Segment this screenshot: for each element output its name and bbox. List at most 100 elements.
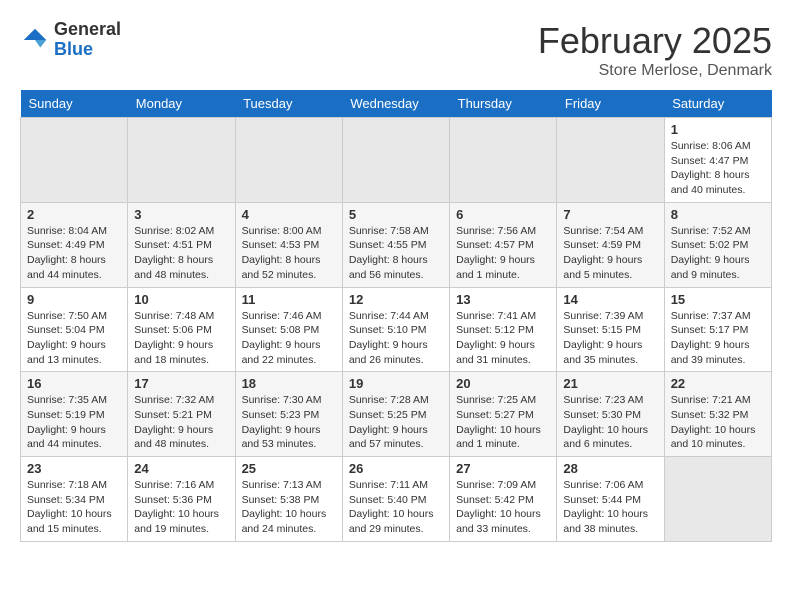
day-number: 8 xyxy=(671,207,765,222)
day-number: 3 xyxy=(134,207,228,222)
logo-blue-text: Blue xyxy=(54,40,121,60)
day-info: Sunrise: 8:04 AM Sunset: 4:49 PM Dayligh… xyxy=(27,224,121,283)
day-number: 1 xyxy=(671,122,765,137)
day-number: 7 xyxy=(563,207,657,222)
calendar-cell: 13 Sunrise: 7:41 AM Sunset: 5:12 PM Dayli… xyxy=(450,287,557,372)
calendar-header-sunday: Sunday xyxy=(21,90,128,118)
calendar-cell: 12 Sunrise: 7:44 AM Sunset: 5:10 PM Dayli… xyxy=(342,287,449,372)
day-number: 19 xyxy=(349,376,443,391)
day-number: 4 xyxy=(242,207,336,222)
day-number: 27 xyxy=(456,461,550,476)
calendar-cell: 5 Sunrise: 7:58 AM Sunset: 4:55 PM Daylig… xyxy=(342,202,449,287)
calendar-cell: 19 Sunrise: 7:28 AM Sunset: 5:25 PM Dayli… xyxy=(342,372,449,457)
day-number: 15 xyxy=(671,292,765,307)
day-info: Sunrise: 7:18 AM Sunset: 5:34 PM Dayligh… xyxy=(27,478,121,537)
logo: General Blue xyxy=(20,20,121,60)
calendar-cell: 15 Sunrise: 7:37 AM Sunset: 5:17 PM Dayli… xyxy=(664,287,771,372)
day-info: Sunrise: 7:41 AM Sunset: 5:12 PM Dayligh… xyxy=(456,309,550,368)
day-info: Sunrise: 7:54 AM Sunset: 4:59 PM Dayligh… xyxy=(563,224,657,283)
day-number: 11 xyxy=(242,292,336,307)
calendar-week-2: 2 Sunrise: 8:04 AM Sunset: 4:49 PM Daylig… xyxy=(21,202,772,287)
calendar-cell: 21Sunrise: 7:23 AM Sunset: 5:30 PM Dayli… xyxy=(557,372,664,457)
calendar-cell xyxy=(450,118,557,203)
logo-icon xyxy=(20,25,50,55)
calendar-cell: 9 Sunrise: 7:50 AM Sunset: 5:04 PM Daylig… xyxy=(21,287,128,372)
day-info: Sunrise: 7:35 AM Sunset: 5:19 PM Dayligh… xyxy=(27,393,121,452)
day-info: Sunrise: 7:39 AM Sunset: 5:15 PM Dayligh… xyxy=(563,309,657,368)
day-info: Sunrise: 7:58 AM Sunset: 4:55 PM Dayligh… xyxy=(349,224,443,283)
calendar-cell: 26 Sunrise: 7:11 AM Sunset: 5:40 PM Dayli… xyxy=(342,457,449,542)
calendar-cell: 8Sunrise: 7:52 AM Sunset: 5:02 PM Daylig… xyxy=(664,202,771,287)
day-info: Sunrise: 7:44 AM Sunset: 5:10 PM Dayligh… xyxy=(349,309,443,368)
calendar-cell: 2 Sunrise: 8:04 AM Sunset: 4:49 PM Daylig… xyxy=(21,202,128,287)
calendar-cell: 25Sunrise: 7:13 AM Sunset: 5:38 PM Dayli… xyxy=(235,457,342,542)
day-info: Sunrise: 7:11 AM Sunset: 5:40 PM Dayligh… xyxy=(349,478,443,537)
day-number: 18 xyxy=(242,376,336,391)
calendar-cell xyxy=(128,118,235,203)
calendar-cell xyxy=(235,118,342,203)
day-number: 26 xyxy=(349,461,443,476)
calendar-cell xyxy=(664,457,771,542)
location: Store Merlose, Denmark xyxy=(538,62,772,80)
day-number: 2 xyxy=(27,207,121,222)
calendar-cell: 23 Sunrise: 7:18 AM Sunset: 5:34 PM Dayli… xyxy=(21,457,128,542)
day-info: Sunrise: 7:46 AM Sunset: 5:08 PM Dayligh… xyxy=(242,309,336,368)
day-info: Sunrise: 7:28 AM Sunset: 5:25 PM Dayligh… xyxy=(349,393,443,452)
calendar-cell: 16 Sunrise: 7:35 AM Sunset: 5:19 PM Dayli… xyxy=(21,372,128,457)
day-info: Sunrise: 8:02 AM Sunset: 4:51 PM Dayligh… xyxy=(134,224,228,283)
day-number: 23 xyxy=(27,461,121,476)
calendar-cell: 28 Sunrise: 7:06 AM Sunset: 5:44 PM Dayli… xyxy=(557,457,664,542)
day-number: 13 xyxy=(456,292,550,307)
day-info: Sunrise: 7:21 AM Sunset: 5:32 PM Dayligh… xyxy=(671,393,765,452)
calendar-week-4: 16 Sunrise: 7:35 AM Sunset: 5:19 PM Dayli… xyxy=(21,372,772,457)
calendar-cell xyxy=(342,118,449,203)
calendar-week-5: 23 Sunrise: 7:18 AM Sunset: 5:34 PM Dayli… xyxy=(21,457,772,542)
calendar-header-friday: Friday xyxy=(557,90,664,118)
day-info: Sunrise: 7:48 AM Sunset: 5:06 PM Dayligh… xyxy=(134,309,228,368)
month-title: February 2025 xyxy=(538,20,772,62)
calendar-week-3: 9 Sunrise: 7:50 AM Sunset: 5:04 PM Daylig… xyxy=(21,287,772,372)
calendar-cell: 1 Sunrise: 8:06 AM Sunset: 4:47 PM Daylig… xyxy=(664,118,771,203)
calendar-cell: 14Sunrise: 7:39 AM Sunset: 5:15 PM Dayli… xyxy=(557,287,664,372)
calendar-table: SundayMondayTuesdayWednesdayThursdayFrid… xyxy=(20,90,772,542)
calendar-header-wednesday: Wednesday xyxy=(342,90,449,118)
calendar-cell: 24Sunrise: 7:16 AM Sunset: 5:36 PM Dayli… xyxy=(128,457,235,542)
day-number: 12 xyxy=(349,292,443,307)
day-info: Sunrise: 7:23 AM Sunset: 5:30 PM Dayligh… xyxy=(563,393,657,452)
calendar-cell: 6Sunrise: 7:56 AM Sunset: 4:57 PM Daylig… xyxy=(450,202,557,287)
calendar-cell: 7 Sunrise: 7:54 AM Sunset: 4:59 PM Daylig… xyxy=(557,202,664,287)
page-header: General Blue February 2025 Store Merlose… xyxy=(20,20,772,80)
day-number: 5 xyxy=(349,207,443,222)
day-number: 20 xyxy=(456,376,550,391)
day-info: Sunrise: 7:30 AM Sunset: 5:23 PM Dayligh… xyxy=(242,393,336,452)
calendar-header-monday: Monday xyxy=(128,90,235,118)
calendar-cell: 27Sunrise: 7:09 AM Sunset: 5:42 PM Dayli… xyxy=(450,457,557,542)
day-info: Sunrise: 7:50 AM Sunset: 5:04 PM Dayligh… xyxy=(27,309,121,368)
calendar-header-saturday: Saturday xyxy=(664,90,771,118)
day-number: 28 xyxy=(563,461,657,476)
day-info: Sunrise: 7:06 AM Sunset: 5:44 PM Dayligh… xyxy=(563,478,657,537)
day-number: 9 xyxy=(27,292,121,307)
title-block: February 2025 Store Merlose, Denmark xyxy=(538,20,772,80)
day-number: 16 xyxy=(27,376,121,391)
day-info: Sunrise: 8:00 AM Sunset: 4:53 PM Dayligh… xyxy=(242,224,336,283)
calendar-cell: 10 Sunrise: 7:48 AM Sunset: 5:06 PM Dayli… xyxy=(128,287,235,372)
calendar-cell: 3 Sunrise: 8:02 AM Sunset: 4:51 PM Daylig… xyxy=(128,202,235,287)
calendar-cell xyxy=(21,118,128,203)
day-number: 10 xyxy=(134,292,228,307)
calendar-header-tuesday: Tuesday xyxy=(235,90,342,118)
logo-text: General Blue xyxy=(54,20,121,60)
logo-general-text: General xyxy=(54,20,121,40)
day-number: 24 xyxy=(134,461,228,476)
calendar-week-1: 1 Sunrise: 8:06 AM Sunset: 4:47 PM Daylig… xyxy=(21,118,772,203)
day-info: Sunrise: 7:37 AM Sunset: 5:17 PM Dayligh… xyxy=(671,309,765,368)
day-number: 22 xyxy=(671,376,765,391)
day-info: Sunrise: 8:06 AM Sunset: 4:47 PM Dayligh… xyxy=(671,139,765,198)
calendar-header-row: SundayMondayTuesdayWednesdayThursdayFrid… xyxy=(21,90,772,118)
calendar-cell: 17Sunrise: 7:32 AM Sunset: 5:21 PM Dayli… xyxy=(128,372,235,457)
day-number: 25 xyxy=(242,461,336,476)
day-info: Sunrise: 7:32 AM Sunset: 5:21 PM Dayligh… xyxy=(134,393,228,452)
calendar-cell: 4 Sunrise: 8:00 AM Sunset: 4:53 PM Daylig… xyxy=(235,202,342,287)
calendar-header-thursday: Thursday xyxy=(450,90,557,118)
day-info: Sunrise: 7:56 AM Sunset: 4:57 PM Dayligh… xyxy=(456,224,550,283)
